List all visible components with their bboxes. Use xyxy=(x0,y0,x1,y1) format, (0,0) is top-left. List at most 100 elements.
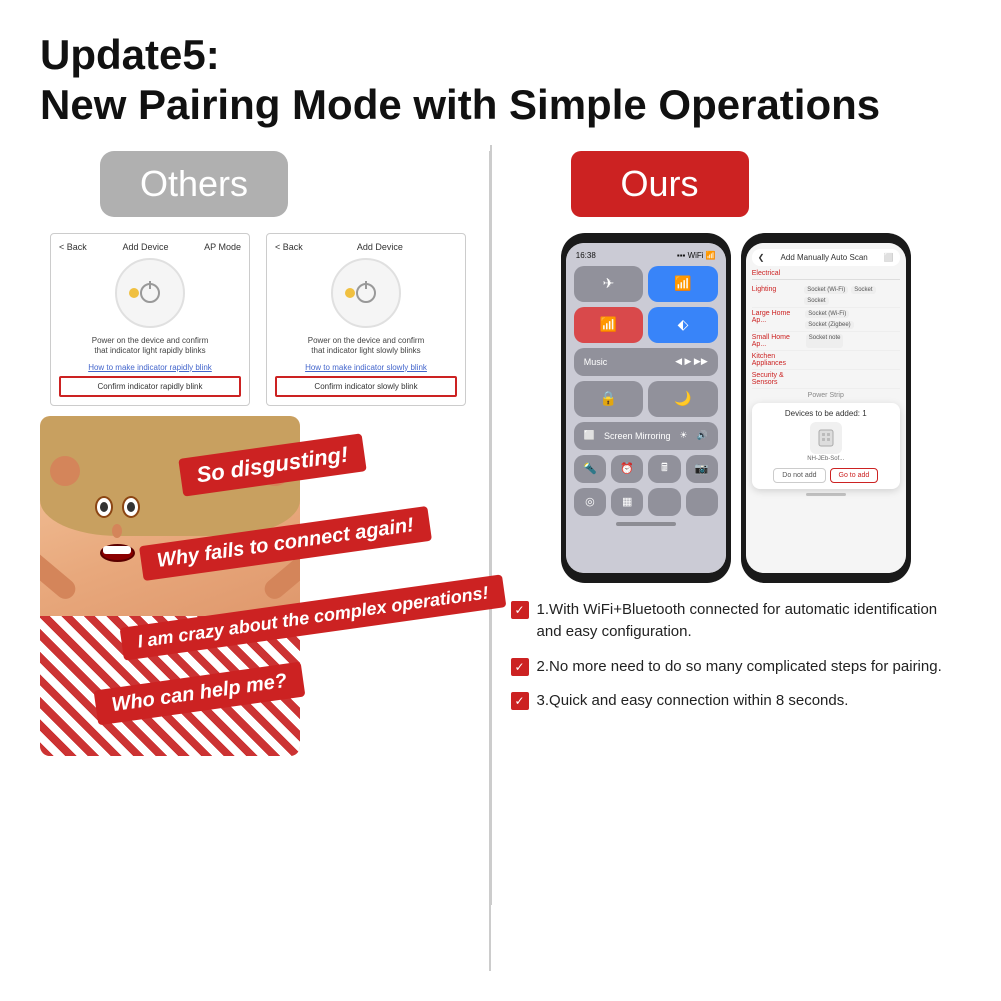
bluetooth-icon: ⬖ xyxy=(678,316,689,333)
ours-badge: Ours xyxy=(571,151,749,217)
popup-buttons: Do not add Go to add xyxy=(758,468,894,483)
device-circle-1 xyxy=(115,258,185,328)
airplane-icon: ✈ xyxy=(603,275,615,292)
screen1-back: < Back xyxy=(59,242,87,252)
popup-device-name: NH-JEb-Sof... xyxy=(758,456,894,462)
cc-row-icons1: 🔦 ⏰ 🖩 📷 xyxy=(574,455,718,483)
calc-icon: 🖩 xyxy=(661,459,668,478)
frustrated-area: So disgusting! Why fails to connect agai… xyxy=(40,416,479,766)
cc-tile-airplane[interactable]: ✈ xyxy=(574,266,644,302)
device-screen-1: < Back Add Device AP Mode Power on the d… xyxy=(50,233,250,406)
screen1-apmode: AP Mode xyxy=(204,242,241,252)
cc-tile-wifi2[interactable]: 📶 xyxy=(574,307,644,343)
timer-icon: ⏰ xyxy=(620,462,634,475)
check-box-3: ✓ xyxy=(511,692,529,710)
cat-security: Security & Sensors xyxy=(752,370,900,389)
brightness-icon: ☀ xyxy=(679,430,687,441)
cc-tile-moon[interactable]: 🌙 xyxy=(648,381,718,417)
cat-large-home: Large Home Ap... Socket (Wi-Fi) Socket (… xyxy=(752,308,900,332)
wifi-icon: 📶 xyxy=(674,275,691,292)
feature-text-1: 1.With WiFi+Bluetooth connected for auto… xyxy=(537,599,961,644)
cat-kitchen: Kitchen Appliances xyxy=(752,351,900,370)
screen2-btn[interactable]: Confirm indicator slowly blink xyxy=(275,376,457,397)
ours-label: Ours xyxy=(621,163,699,204)
cc-signals: ▪▪▪ WiFi 📶 xyxy=(677,251,716,260)
others-label: Others xyxy=(140,163,248,204)
mirror-icon: ⬜ xyxy=(584,430,595,441)
screen2-link[interactable]: How to make indicator slowly blink xyxy=(275,363,457,372)
screen1-link[interactable]: How to make indicator rapidly blink xyxy=(59,363,241,372)
feature-1: ✓ 1.With WiFi+Bluetooth connected for au… xyxy=(511,599,961,644)
page-container: Update5: New Pairing Mode with Simple Op… xyxy=(0,0,1001,1001)
feature-3: ✓ 3.Quick and easy connection within 8 s… xyxy=(511,690,961,713)
power-icon-2 xyxy=(356,283,376,303)
cc-camera[interactable]: 📷 xyxy=(686,455,718,483)
lock-icon: 🔒 xyxy=(600,390,617,407)
home-indicator xyxy=(616,522,676,526)
title-line2: New Pairing Mode with Simple Operations xyxy=(40,80,961,130)
tab-electrical[interactable]: Electrical xyxy=(752,270,780,277)
add-device-title: Add Manually Auto Scan xyxy=(781,253,868,262)
cat-lighting: Lighting Socket (Wi-Fi) Socket Socket xyxy=(752,284,900,308)
screen1-title: Add Device xyxy=(122,242,168,252)
device-categories: Lighting Socket (Wi-Fi) Socket Socket La… xyxy=(752,284,900,399)
cc-grid-top: ✈ 📶 📶 xyxy=(574,266,718,343)
cc-timer[interactable]: ⏰ xyxy=(611,455,643,483)
cc-status-bar: 16:38 ▪▪▪ WiFi 📶 xyxy=(574,251,718,260)
phone-mockups: 16:38 ▪▪▪ WiFi 📶 ✈ xyxy=(511,233,961,583)
flashlight-icon: 🔦 xyxy=(583,462,597,475)
btn-go-to-add[interactable]: Go to add xyxy=(830,468,879,483)
add-popup: Devices to be added: 1 xyxy=(752,403,900,489)
power-strip-section: Power Strip xyxy=(752,392,900,399)
phone-right-screen: ❮ Add Manually Auto Scan ⬜ Electrical xyxy=(746,243,906,573)
screen2-header: < Back Add Device xyxy=(275,242,457,252)
cc-flashlight[interactable]: 🔦 xyxy=(574,455,606,483)
cc-row-icons2: ◎ ▦ xyxy=(574,488,718,516)
volume-icon: 🔊 xyxy=(697,430,708,441)
device-svg-icon xyxy=(816,428,836,448)
wifi2-icon: 📶 xyxy=(600,316,617,333)
mirror-label: Screen Mirroring xyxy=(604,431,671,441)
add-device-tabs: Electrical xyxy=(752,270,900,280)
cc-calculator[interactable]: 🖩 xyxy=(648,455,680,483)
screen2-title: Add Device xyxy=(357,242,403,252)
device-screen-2: < Back Add Device Power on the device an… xyxy=(266,233,466,406)
cc-qr[interactable]: ▦ xyxy=(611,488,643,516)
cc-tile-lock[interactable]: 🔒 xyxy=(574,381,644,417)
right-panel: Ours 16:38 ▪▪▪ WiFi 📶 xyxy=(491,151,961,971)
moon-icon: 🌙 xyxy=(674,390,691,407)
device-screenshots: < Back Add Device AP Mode Power on the d… xyxy=(50,233,479,406)
cc-tile-wifi[interactable]: 📶 xyxy=(648,266,718,302)
scan-icon: ◎ xyxy=(585,495,595,508)
main-title: Update5: New Pairing Mode with Simple Op… xyxy=(40,30,961,131)
check-mark-2: ✓ xyxy=(515,661,525,673)
phone-right-home-indicator xyxy=(806,493,846,496)
add-device-settings[interactable]: ⬜ xyxy=(884,253,894,262)
feature-text-2: 2.No more need to do so many complicated… xyxy=(537,656,942,679)
phone-left-screen: 16:38 ▪▪▪ WiFi 📶 ✈ xyxy=(566,243,726,573)
cat-small-home: Small Home Ap... Socket note xyxy=(752,332,900,351)
cc-extra2[interactable] xyxy=(686,488,718,516)
screen2-text: Power on the device and confirm that ind… xyxy=(275,336,457,357)
cc-scan[interactable]: ◎ xyxy=(574,488,606,516)
title-line1: Update5: xyxy=(40,30,961,80)
feature-2: ✓ 2.No more need to do so many complicat… xyxy=(511,656,961,679)
popup-device-icon xyxy=(810,422,842,454)
cc-row-small: 🔒 🌙 xyxy=(574,381,718,417)
screen1-btn[interactable]: Confirm indicator rapidly blink xyxy=(59,376,241,397)
add-device-back[interactable]: ❮ xyxy=(758,253,765,262)
cc-time: 16:38 xyxy=(576,251,596,260)
others-badge: Others xyxy=(100,151,288,217)
phone-left: 16:38 ▪▪▪ WiFi 📶 ✈ xyxy=(561,233,731,583)
cc-mirror-row[interactable]: ⬜ Screen Mirroring ☀ 🔊 xyxy=(574,422,718,450)
check-mark-1: ✓ xyxy=(515,604,525,616)
cc-extra1[interactable] xyxy=(648,488,680,516)
content-area: Others < Back Add Device AP Mode xyxy=(40,151,961,971)
left-panel: Others < Back Add Device AP Mode xyxy=(40,151,491,971)
music-label: Music xyxy=(584,357,608,367)
check-mark-3: ✓ xyxy=(515,695,525,707)
btn-do-not-add[interactable]: Do not add xyxy=(773,468,825,483)
cc-tile-bluetooth[interactable]: ⬖ xyxy=(648,307,718,343)
feature-text-3: 3.Quick and easy connection within 8 sec… xyxy=(537,690,849,713)
add-device-screen: ❮ Add Manually Auto Scan ⬜ Electrical xyxy=(746,243,906,573)
